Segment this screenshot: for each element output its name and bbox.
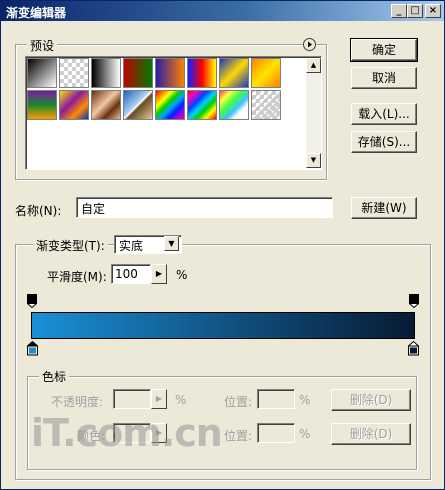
name-label: 名称(N): — [15, 204, 62, 218]
opacity-stop-left[interactable] — [26, 294, 38, 309]
preset-swatch-violet-orange[interactable] — [155, 58, 185, 88]
opacity-location-label: 位置: — [224, 395, 253, 409]
name-input[interactable]: 自定 — [76, 197, 333, 218]
preset-swatch-chrome[interactable] — [123, 90, 153, 120]
smoothness-arrow-icon[interactable]: ▶ — [151, 264, 167, 284]
preset-swatch-yellow-violet-orange-blue[interactable] — [59, 90, 89, 120]
smoothness-input[interactable]: 100 — [111, 264, 151, 284]
opacity-input[interactable] — [113, 389, 151, 409]
presets-label: 预设 — [27, 37, 58, 54]
gradient-type-value: 实底 — [119, 239, 144, 253]
opacity-location-input[interactable] — [257, 389, 295, 409]
opacity-unit: % — [175, 393, 187, 407]
opacity-arrow-icon[interactable]: ▶ — [151, 389, 167, 409]
preset-swatch-violet-green-orange[interactable] — [27, 90, 57, 120]
smoothness-label: 平滑度(M): — [47, 270, 107, 284]
color-stops-label: 色标 — [39, 368, 70, 385]
maximize-button[interactable]: □ — [407, 4, 423, 18]
color-stop-left[interactable] — [26, 340, 39, 356]
preset-swatch-transparent-stripes[interactable] — [219, 90, 249, 120]
minimize-button[interactable]: _ — [391, 4, 407, 18]
preset-swatch-foreground-to-transparent[interactable] — [59, 58, 89, 88]
smoothness-value: 100 — [115, 267, 138, 281]
new-button[interactable]: 新建(W) — [351, 197, 417, 219]
close-button[interactable]: × — [425, 4, 441, 18]
preset-swatch-copper[interactable] — [91, 90, 121, 120]
presets-list: ▲ ▼ — [25, 56, 322, 170]
preset-swatch-orange-yellow-orange[interactable] — [251, 58, 281, 88]
color-stop-right[interactable] — [407, 340, 420, 356]
gradient-type-label: 渐变类型(T): — [33, 237, 108, 254]
save-button[interactable]: 存储(S)... — [351, 131, 417, 153]
gradient-editor-dialog: 渐变编辑器 _ □ × 预设 ▲ ▼ 确定 取消 载入(L)... 存储(S).… — [0, 0, 445, 490]
scroll-down-icon[interactable]: ▼ — [306, 153, 321, 168]
name-input-value: 自定 — [81, 202, 106, 216]
color-location-unit: % — [299, 427, 311, 441]
color-location-label: 位置: — [224, 429, 253, 443]
preset-swatch-blue-red-yellow[interactable] — [187, 58, 217, 88]
preset-swatch-blue-yellow-blue[interactable] — [219, 58, 249, 88]
preset-swatch-foreground-to-background[interactable] — [27, 58, 57, 88]
chevron-down-icon[interactable]: ▼ — [164, 236, 179, 251]
cancel-button[interactable]: 取消 — [351, 67, 417, 89]
gradient-type-select[interactable]: 实底 ▼ — [114, 235, 182, 254]
preset-swatch-black-white[interactable] — [91, 58, 121, 88]
title-bar: 渐变编辑器 _ □ × — [1, 1, 444, 21]
opacity-label: 不透明度: — [51, 395, 104, 409]
presets-scrollbar[interactable]: ▲ ▼ — [306, 58, 321, 168]
window-title: 渐变编辑器 — [6, 6, 67, 20]
opacity-delete-button[interactable]: 删除(D) — [331, 389, 411, 411]
load-button[interactable]: 载入(L)... — [351, 103, 417, 125]
opacity-stop-right[interactable] — [408, 294, 420, 309]
smoothness-unit: % — [176, 268, 188, 282]
preset-swatch-neutral-density[interactable] — [251, 90, 281, 120]
ok-button[interactable]: 确定 — [350, 38, 418, 62]
scroll-up-icon[interactable]: ▲ — [306, 58, 321, 73]
watermark-logo: iT.com.cn — [31, 411, 223, 455]
gradient-preview-bar[interactable] — [31, 312, 415, 339]
opacity-location-unit: % — [299, 393, 311, 407]
preset-swatch-red-green[interactable] — [123, 58, 153, 88]
color-delete-button[interactable]: 删除(D) — [331, 423, 411, 445]
color-location-input[interactable] — [257, 423, 295, 443]
preset-swatch-spectrum[interactable] — [155, 90, 185, 120]
preset-swatch-transparent-rainbow[interactable] — [187, 90, 217, 120]
presets-menu-icon[interactable] — [303, 38, 316, 51]
